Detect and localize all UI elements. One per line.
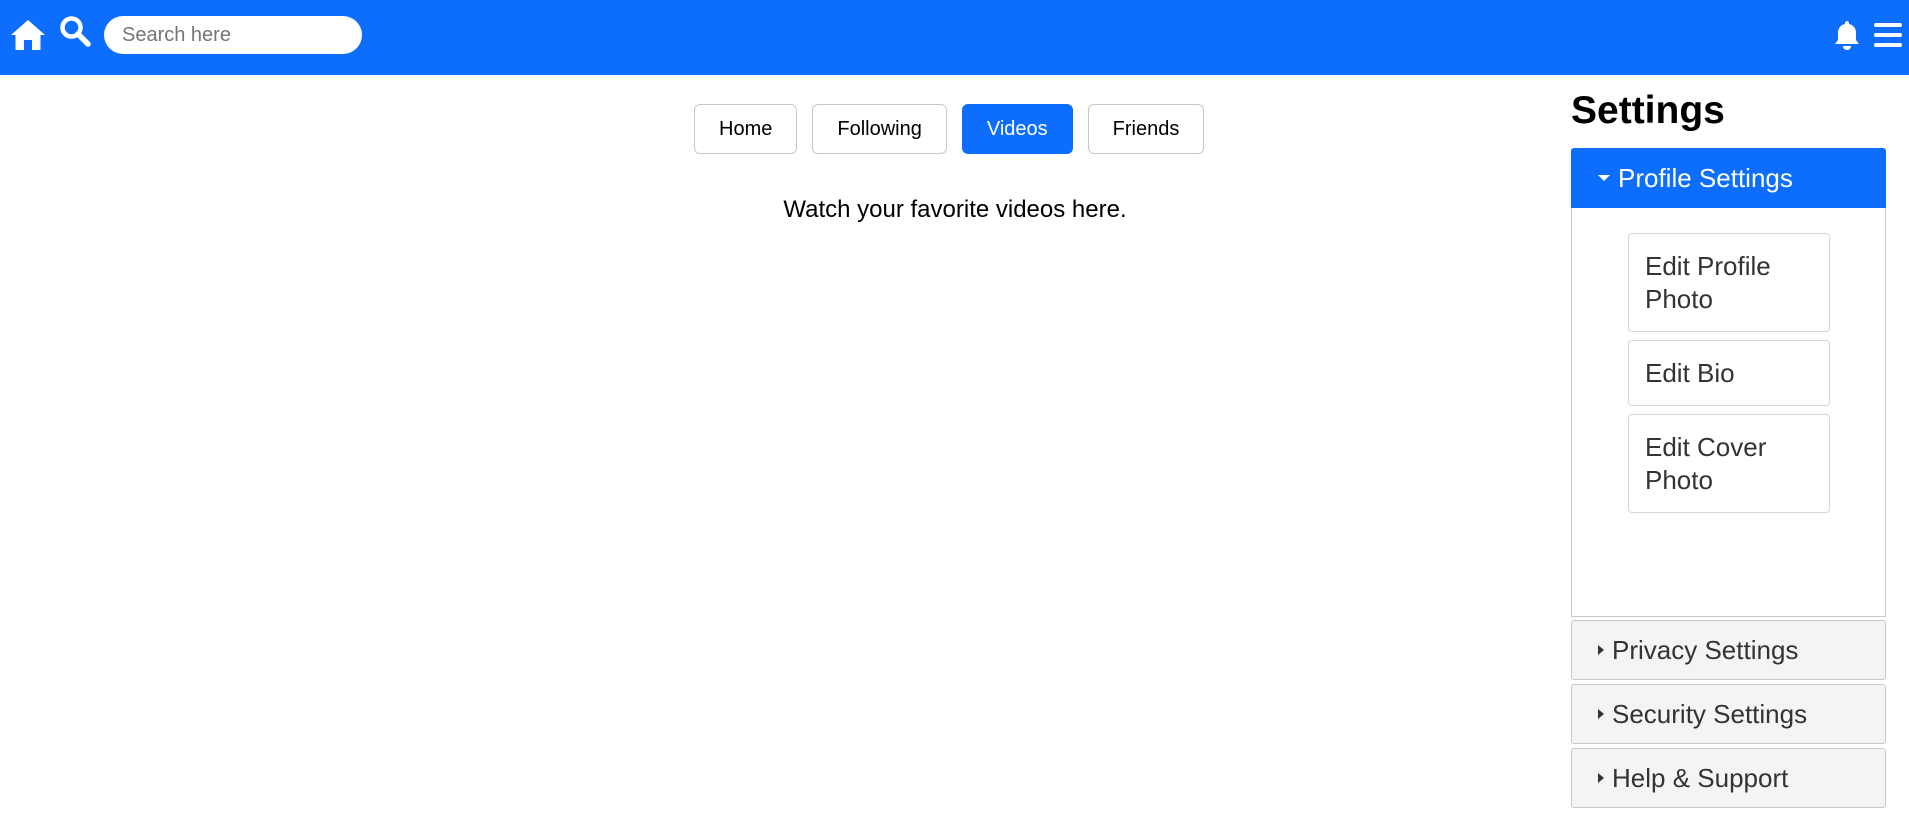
- caret-right-icon: [1598, 645, 1604, 655]
- caret-right-icon: [1598, 709, 1604, 719]
- privacy-settings-header[interactable]: Privacy Settings: [1571, 620, 1886, 680]
- top-navbar: [0, 0, 1909, 75]
- help-support-label: Help & Support: [1612, 762, 1789, 793]
- search-input[interactable]: [104, 16, 362, 54]
- tab-videos[interactable]: Videos: [961, 104, 1073, 154]
- search-icon[interactable]: [57, 13, 93, 49]
- edit-bio-item[interactable]: Edit Bio: [1628, 340, 1830, 406]
- caret-down-icon: [1598, 175, 1610, 181]
- edit-cover-photo-item[interactable]: Edit Cover Photo: [1628, 414, 1830, 513]
- settings-title: Settings: [1571, 89, 1725, 132]
- home-icon[interactable]: [8, 16, 48, 54]
- security-settings-label: Security Settings: [1612, 698, 1808, 729]
- tab-friends[interactable]: Friends: [1087, 104, 1205, 154]
- profile-settings-header[interactable]: Profile Settings: [1571, 148, 1886, 208]
- bell-icon[interactable]: [1829, 17, 1865, 53]
- profile-settings-label: Profile Settings: [1618, 162, 1793, 193]
- security-settings-header[interactable]: Security Settings: [1571, 684, 1886, 744]
- tab-home[interactable]: Home: [694, 104, 798, 154]
- profile-settings-body: Edit Profile Photo Edit Bio Edit Cover P…: [1571, 208, 1886, 617]
- settings-panel: Settings Profile Settings Edit Profile P…: [1571, 88, 1886, 812]
- help-support-header[interactable]: Help & Support: [1571, 748, 1886, 808]
- tab-bar: Home Following Videos Friends: [694, 104, 1205, 154]
- edit-profile-photo-item[interactable]: Edit Profile Photo: [1628, 233, 1830, 332]
- privacy-settings-label: Privacy Settings: [1612, 634, 1799, 665]
- caret-right-icon: [1598, 773, 1604, 783]
- tab-following[interactable]: Following: [812, 104, 947, 154]
- hamburger-menu-icon[interactable]: [1870, 17, 1906, 53]
